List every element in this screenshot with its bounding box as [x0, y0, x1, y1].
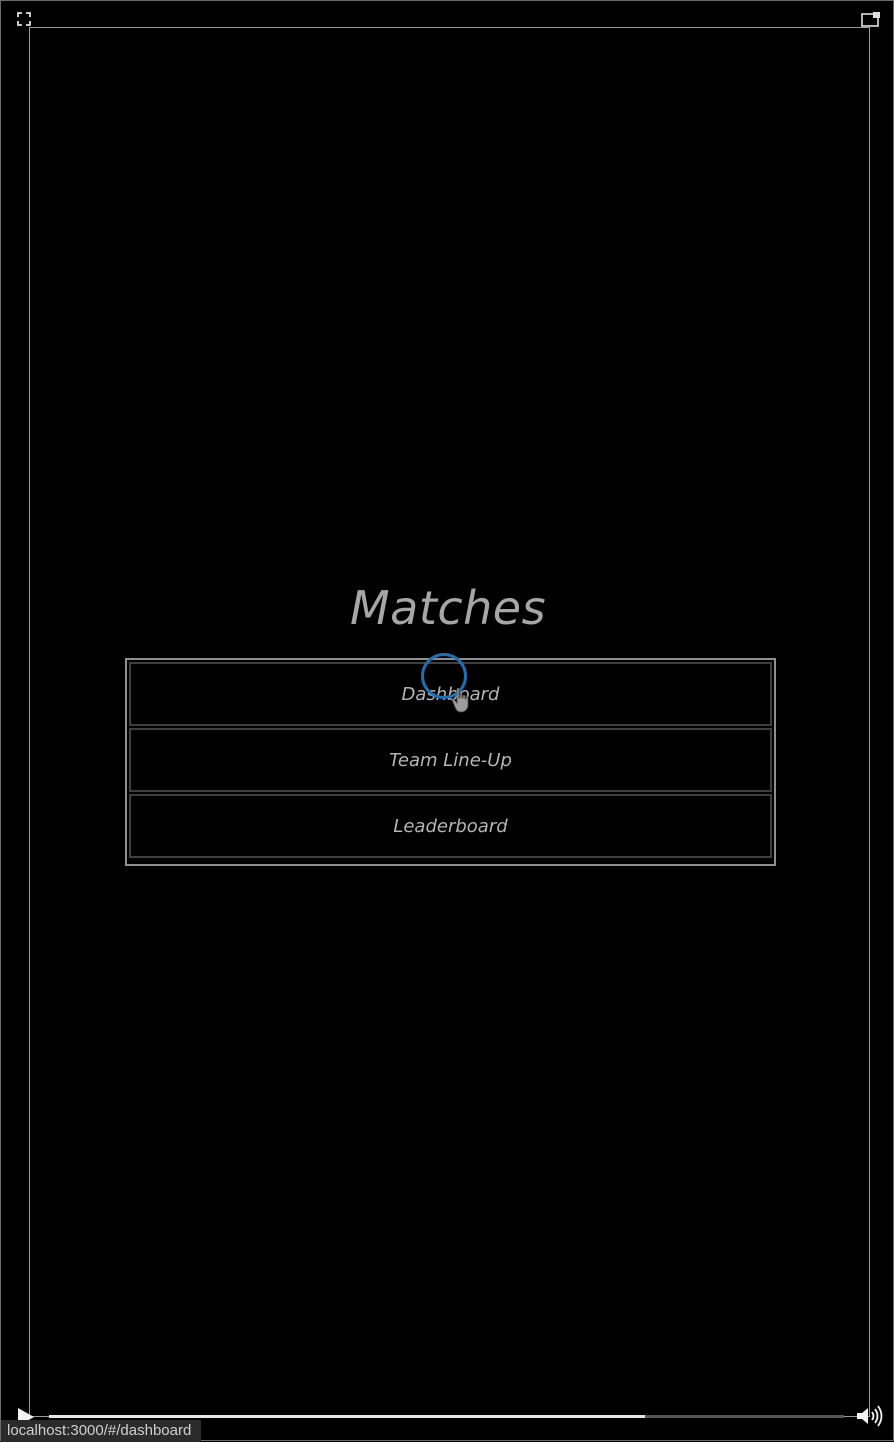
nav-menu: Dashboard Team Line-Up Leaderboard — [125, 658, 776, 866]
picture-in-picture-icon[interactable] — [861, 11, 881, 27]
menu-item-dashboard[interactable]: Dashboard — [129, 662, 772, 726]
progress-bar[interactable] — [49, 1415, 844, 1418]
volume-icon[interactable] — [855, 1405, 885, 1427]
progress-fill — [49, 1415, 646, 1418]
menu-item-label: Leaderboard — [393, 815, 508, 837]
page-title: Matches — [349, 581, 547, 635]
menu-item-label: Team Line-Up — [389, 749, 512, 771]
app-viewport: Matches Dashboard Team Line-Up Leaderboa… — [0, 0, 894, 1442]
menu-item-team-line-up[interactable]: Team Line-Up — [129, 728, 772, 792]
fullscreen-icon[interactable] — [17, 12, 31, 26]
status-bar-url: localhost:3000/#/dashboard — [1, 1420, 202, 1442]
menu-item-leaderboard[interactable]: Leaderboard — [129, 794, 772, 858]
menu-item-label: Dashboard — [401, 683, 500, 705]
